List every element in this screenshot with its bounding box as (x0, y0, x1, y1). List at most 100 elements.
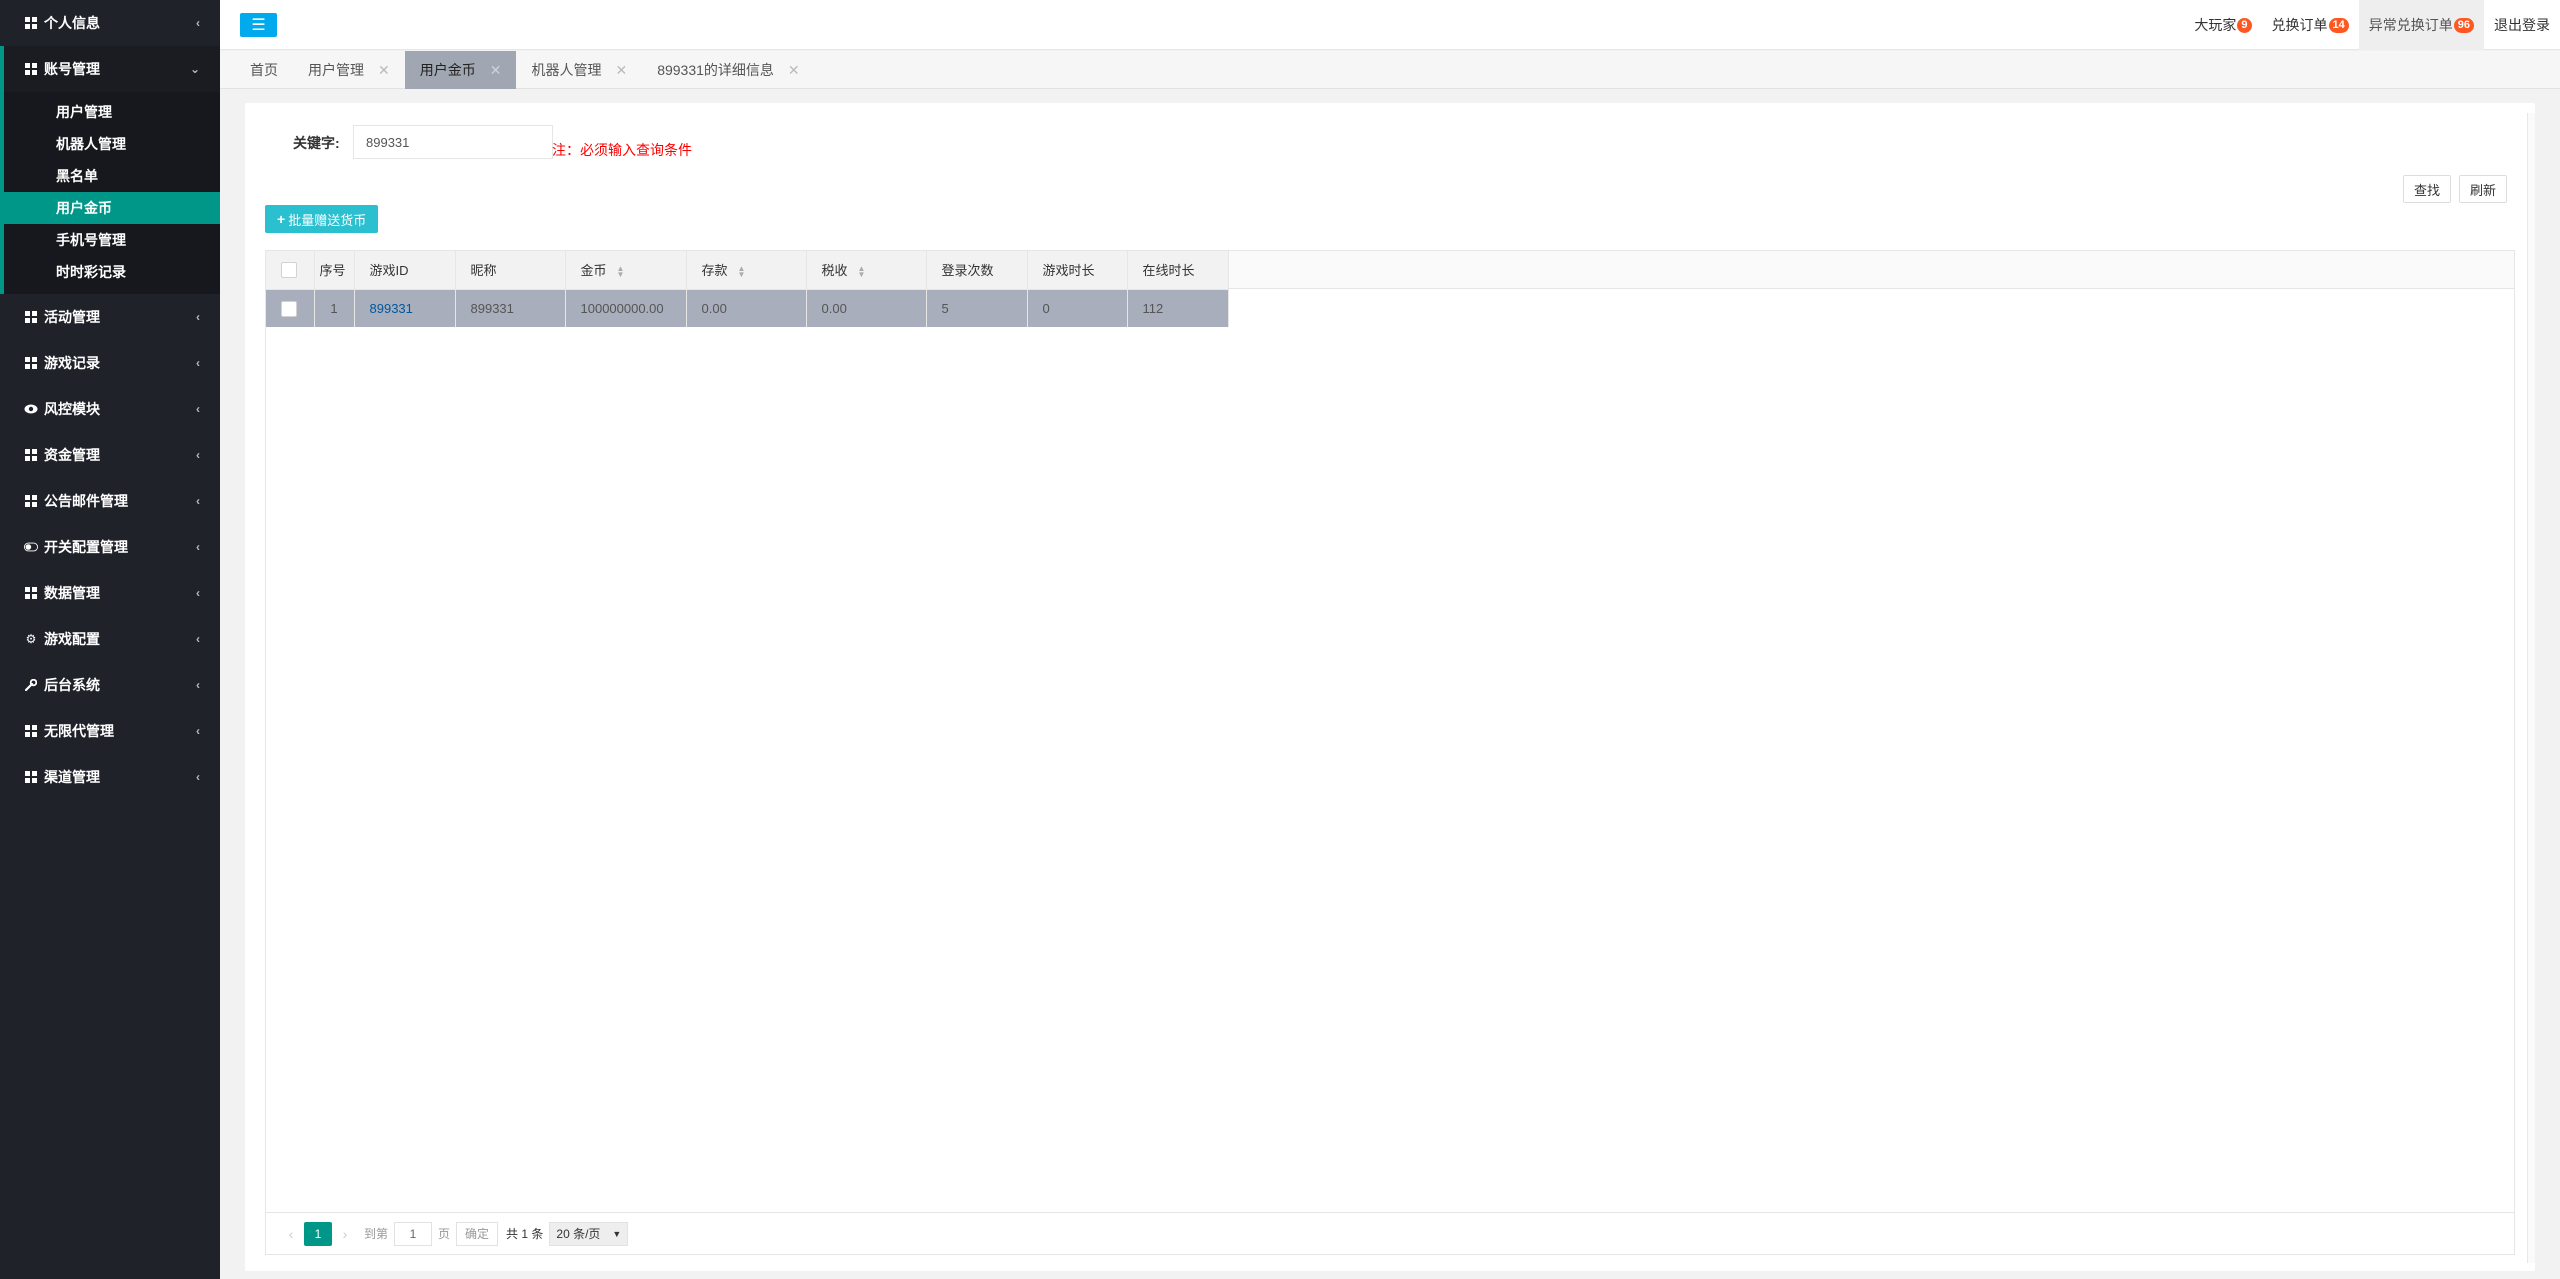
sidebar-item-phone-management[interactable]: 手机号管理 (4, 224, 220, 256)
col-header-nickname: 昵称 (455, 251, 566, 290)
prev-page-icon[interactable]: ‹ (278, 1226, 304, 1242)
chevron-left-icon: ‹ (196, 448, 200, 462)
next-page-icon[interactable]: › (332, 1226, 358, 1242)
tab-label: 机器人管理 (531, 62, 602, 78)
chevron-left-icon: ‹ (196, 678, 200, 692)
chevron-down-icon: ▼ (612, 1228, 622, 1239)
top-header: ☰ 大玩家 9 兑换订单 14 异常兑换订单 96 退出登录 (220, 0, 2560, 50)
sidebar-item-robot-management[interactable]: 机器人管理 (4, 128, 220, 160)
sidebar-group-backend-system[interactable]: 后台系统 ‹ (0, 662, 220, 708)
gears-icon: ⚙ (25, 632, 37, 646)
sidebar-group-switch-config[interactable]: 开关配置管理 ‹ (0, 524, 220, 570)
sidebar: 个人信息 ‹ 账号管理 ⌄ 用户管理 机器人管理 黑名单 用户金币 手机号管理 … (0, 0, 220, 1279)
col-header-game-id: 游戏ID (354, 251, 456, 290)
sidebar-group-risk-control[interactable]: 风控模块 ‹ (0, 386, 220, 432)
sort-icon[interactable]: ▲ ▼ (738, 264, 746, 278)
sidebar-item-user-gold[interactable]: 用户金币 (0, 192, 220, 224)
col-header-online-duration: 在线时长 (1127, 251, 1229, 290)
row-checkbox[interactable] (281, 300, 297, 317)
game-id-link[interactable]: 899331 (370, 301, 413, 316)
tab-user-gold[interactable]: 用户金币 ✕ (404, 51, 517, 89)
find-button[interactable]: 查找 (2403, 175, 2452, 203)
chevron-left-icon: ‹ (196, 770, 200, 784)
sidebar-group-unlimited-agent[interactable]: 无限代管理 ‹ (0, 708, 220, 754)
close-icon[interactable]: ✕ (788, 62, 800, 79)
sidebar-group-label: 活动管理 (44, 309, 100, 325)
sidebar-group-funds[interactable]: 资金管理 ‹ (0, 432, 220, 478)
sidebar-group-announcements[interactable]: 公告邮件管理 ‹ (0, 478, 220, 524)
tab-label: 用户金币 (419, 62, 476, 78)
sidebar-item-user-management[interactable]: 用户管理 (4, 96, 220, 128)
sidebar-item-blacklist[interactable]: 黑名单 (4, 160, 220, 192)
close-icon[interactable]: ✕ (490, 62, 502, 79)
sidebar-group-label: 公告邮件管理 (44, 493, 128, 509)
page-size-value: 20 条/页 (556, 1227, 601, 1241)
row-select-cell[interactable] (266, 289, 315, 327)
toggle-icon (24, 540, 38, 554)
col-header-index: 序号 (314, 251, 355, 290)
tab-label: 用户管理 (308, 62, 364, 78)
col-header-gold[interactable]: 金币 ▲ ▼ (565, 251, 687, 290)
cell-game-duration: 0 (1027, 289, 1128, 327)
tab-user-management[interactable]: 用户管理 ✕ (293, 51, 405, 89)
sidebar-group-data[interactable]: 数据管理 ‹ (0, 570, 220, 616)
logout-link[interactable]: 退出登录 (2484, 0, 2560, 50)
header-link-big-players[interactable]: 大玩家 9 (2184, 0, 2261, 50)
goto-confirm-button[interactable]: 确定 (456, 1221, 499, 1246)
chevron-left-icon: ‹ (196, 356, 200, 370)
page-unit-label: 页 (438, 1227, 451, 1241)
select-all-checkbox[interactable] (281, 262, 297, 279)
close-icon[interactable]: ✕ (615, 62, 627, 79)
close-icon[interactable]: ✕ (378, 62, 390, 79)
sidebar-group-label: 无限代管理 (44, 723, 114, 739)
col-header-label: 存款 (701, 263, 728, 279)
batch-gift-currency-button[interactable]: + 批量赠送货币 (265, 205, 379, 233)
grid-icon (24, 448, 38, 462)
tab-home[interactable]: 首页 (235, 51, 293, 89)
sidebar-submenu-account: 用户管理 机器人管理 黑名单 用户金币 手机号管理 时时彩记录 (0, 92, 220, 294)
sidebar-group-personal-info[interactable]: 个人信息 ‹ (0, 0, 220, 46)
col-header-tax[interactable]: 税收 ▲ ▼ (806, 251, 927, 290)
batch-button-label: 批量赠送货币 (288, 212, 367, 228)
hamburger-icon: ☰ (251, 17, 266, 34)
cell-game-id[interactable]: 899331 (354, 289, 456, 327)
table-row[interactable]: 1 899331 899331 100000000.00 0.00 0.00 5… (266, 289, 1229, 327)
sort-icon[interactable]: ▲ ▼ (617, 264, 625, 278)
sidebar-group-activity[interactable]: 活动管理 ‹ (0, 294, 220, 340)
sidebar-item-lottery-records[interactable]: 时时彩记录 (4, 256, 220, 288)
grid-icon (24, 16, 38, 30)
menu-toggle-button[interactable]: ☰ (240, 13, 277, 37)
count-badge: 9 (2237, 17, 2252, 33)
sidebar-group-channel[interactable]: 渠道管理 ‹ (0, 754, 220, 800)
page-size-select[interactable]: 20 条/页 ▼ (549, 1221, 629, 1246)
goto-page-input[interactable] (394, 1221, 433, 1246)
wrench-icon (24, 678, 38, 692)
user-gold-table: 序号 游戏ID 昵称 金币 ▲ ▼ 存款 ▲ ▼ 税收 ▲ ▼ 登录次数 游戏时长 在线时长… (266, 251, 1229, 327)
sidebar-group-label: 游戏配置 (44, 631, 100, 647)
scrollbar[interactable] (2527, 113, 2535, 1263)
header-link-label: 异常兑换订单 (2368, 17, 2453, 33)
cell-index: 1 (314, 289, 355, 327)
header-link-exchange-orders[interactable]: 兑换订单 14 (2262, 0, 2359, 50)
sidebar-group-label: 数据管理 (44, 585, 100, 601)
grid-icon (24, 310, 38, 324)
col-header-deposit[interactable]: 存款 ▲ ▼ (686, 251, 807, 290)
cell-online-duration: 112 (1127, 289, 1229, 327)
sidebar-group-label: 渠道管理 (44, 769, 100, 785)
sort-icon[interactable]: ▲ ▼ (858, 264, 866, 278)
count-badge: 96 (2453, 17, 2474, 33)
cell-deposit: 0.00 (686, 289, 807, 327)
grid-icon (24, 62, 38, 76)
sidebar-group-account[interactable]: 账号管理 ⌄ (0, 46, 220, 92)
page-number-current[interactable]: 1 (304, 1221, 332, 1246)
sidebar-group-game-records[interactable]: 游戏记录 ‹ (0, 340, 220, 386)
sidebar-group-label: 后台系统 (44, 677, 100, 693)
table-header-row: 序号 游戏ID 昵称 金币 ▲ ▼ 存款 ▲ ▼ 税收 ▲ ▼ 登录次数 游戏时长 在线时长 (266, 251, 1229, 290)
header-link-abnormal-orders[interactable]: 异常兑换订单 96 (2358, 0, 2484, 50)
tab-robot-management[interactable]: 机器人管理 ✕ (516, 51, 642, 89)
select-all-cell[interactable] (266, 251, 315, 290)
refresh-button[interactable]: 刷新 (2459, 175, 2508, 203)
tab-user-detail[interactable]: 899331的详细信息 ✕ (642, 51, 814, 89)
keyword-input[interactable] (353, 125, 553, 159)
sidebar-group-game-config[interactable]: ⚙ 游戏配置 ‹ (0, 616, 220, 662)
